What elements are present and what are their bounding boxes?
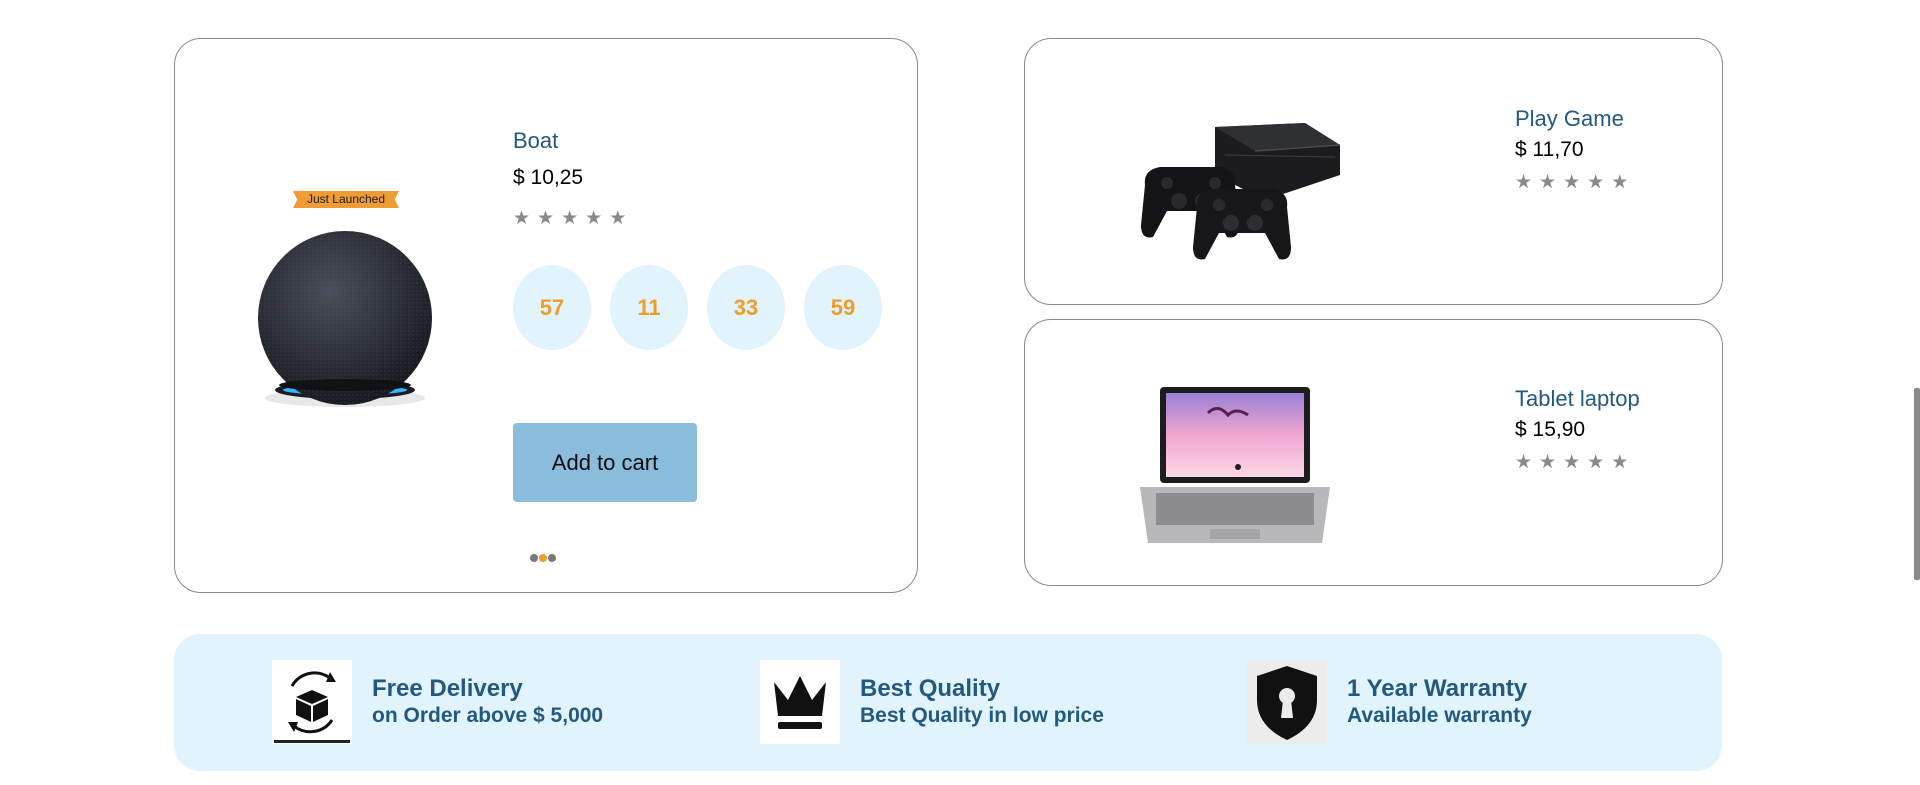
- featured-product-price: $ 10,25: [513, 166, 584, 189]
- scrollbar-thumb[interactable]: [1914, 388, 1920, 580]
- feature-best-quality: Best Quality Best Quality in low price: [760, 660, 1104, 744]
- product-price-play-game: $ 11,70: [1515, 138, 1584, 161]
- featured-rating-stars: ★ ★ ★ ★ ★: [513, 209, 626, 229]
- feature-title: Best Quality: [860, 675, 1001, 702]
- star-icon: ★: [1611, 172, 1629, 193]
- add-to-cart-button[interactable]: Add to cart: [513, 423, 697, 502]
- star-icon: ★: [1539, 452, 1557, 473]
- shield-icon: [1247, 660, 1327, 744]
- star-icon: ★: [1515, 172, 1533, 193]
- countdown-timer: 57 11 33 59: [513, 265, 882, 350]
- star-icon: ★: [609, 208, 627, 229]
- carousel-dots: [530, 554, 556, 562]
- star-icon: ★: [1563, 172, 1581, 193]
- featured-product-title[interactable]: Boat: [513, 128, 558, 154]
- feature-warranty: 1 Year Warranty Available warranty: [1247, 660, 1532, 744]
- star-icon: ★: [537, 208, 555, 229]
- product-rating-play-game: ★ ★ ★ ★ ★: [1515, 173, 1628, 193]
- laptop-image[interactable]: [1138, 385, 1333, 550]
- feature-subtitle: Best Quality in low price: [860, 704, 1104, 727]
- countdown-days: 57: [513, 265, 591, 350]
- feature-subtitle: on Order above $ 5,000: [372, 704, 604, 727]
- carousel-dot[interactable]: [530, 554, 538, 562]
- star-icon: ★: [1515, 452, 1533, 473]
- product-rating-tablet-laptop: ★ ★ ★ ★ ★: [1515, 453, 1628, 473]
- product-title-play-game[interactable]: Play Game: [1515, 106, 1624, 132]
- countdown-hours: 11: [610, 265, 688, 350]
- crown-icon: [760, 660, 840, 744]
- feature-subtitle: Available warranty: [1347, 704, 1532, 727]
- smart-speaker-image[interactable]: [240, 230, 450, 415]
- product-title-tablet-laptop[interactable]: Tablet laptop: [1515, 386, 1640, 412]
- just-launched-badge: Just Launched: [293, 191, 399, 208]
- game-console-image[interactable]: [1135, 115, 1340, 270]
- star-icon: ★: [1587, 172, 1605, 193]
- box-icon: [272, 660, 352, 744]
- star-icon: ★: [513, 208, 531, 229]
- countdown-minutes: 33: [707, 265, 785, 350]
- carousel-dot[interactable]: [548, 554, 556, 562]
- product-price-tablet-laptop: $ 15,90: [1515, 418, 1586, 441]
- carousel-dot-active[interactable]: [539, 554, 547, 562]
- page: Just Launched Boat $ 10,25 ★ ★ ★ ★ ★ 57 …: [0, 0, 1920, 785]
- star-icon: ★: [585, 208, 603, 229]
- star-icon: ★: [1563, 452, 1581, 473]
- countdown-seconds: 59: [804, 265, 882, 350]
- star-icon: ★: [1587, 452, 1605, 473]
- star-icon: ★: [1611, 452, 1629, 473]
- feature-free-delivery: Free Delivery on Order above $ 5,000: [272, 660, 603, 744]
- star-icon: ★: [561, 208, 579, 229]
- feature-title: 1 Year Warranty: [1347, 675, 1528, 702]
- feature-title: Free Delivery: [372, 675, 523, 702]
- star-icon: ★: [1539, 172, 1557, 193]
